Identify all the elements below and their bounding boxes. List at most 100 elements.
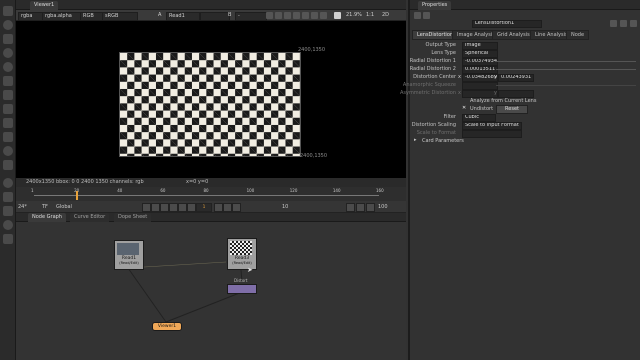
tab-curve-editor[interactable]: Curve Editor — [70, 213, 110, 222]
other-tool-icon[interactable] — [3, 192, 13, 202]
close-icon[interactable] — [630, 20, 637, 27]
tab-properties[interactable]: Properties — [418, 1, 452, 10]
prev-frame-button[interactable] — [160, 203, 169, 212]
toolbar — [0, 0, 16, 360]
tab-node-graph[interactable]: Node Graph — [28, 213, 66, 222]
card-params-label[interactable]: Card Parameters — [422, 138, 464, 144]
color-picker-icon[interactable] — [302, 12, 309, 19]
gain-icon[interactable] — [320, 12, 327, 19]
radial1-slider[interactable] — [496, 61, 636, 62]
reset-button[interactable]: Reset — [496, 105, 528, 114]
input-a-select[interactable]: Read1 — [166, 12, 200, 21]
radial2-slider[interactable] — [496, 69, 636, 70]
keyer-tool-icon[interactable] — [3, 90, 13, 100]
lens-type-label: Lens Type — [431, 50, 456, 56]
anamorphic-slider[interactable] — [496, 85, 636, 86]
end-frame-value[interactable]: 100 — [378, 204, 388, 210]
last-frame-button[interactable] — [232, 203, 241, 212]
lut-select[interactable]: sRGB — [102, 12, 138, 21]
help-icon[interactable] — [610, 20, 617, 27]
play-forward-button[interactable] — [187, 203, 196, 212]
radial1-input[interactable]: -0.00374934 — [462, 58, 498, 66]
overlay-icon[interactable] — [293, 12, 300, 19]
undistort-check-icon[interactable]: ✕ — [462, 105, 466, 111]
current-frame-field[interactable]: 1 — [196, 203, 212, 212]
toolsets-icon[interactable] — [3, 178, 13, 188]
draw-tool-icon[interactable] — [3, 20, 13, 30]
fps-value[interactable]: 24* — [18, 204, 27, 210]
pause-icon[interactable] — [334, 12, 341, 19]
node-graph[interactable]: Read1 (Read/Edit) Read3 (Read/Edit) ➤ Di… — [16, 222, 406, 360]
tf-value[interactable]: TF — [42, 204, 48, 210]
input-b-select[interactable]: - — [235, 12, 267, 21]
asym-y-label: y — [494, 90, 497, 96]
gamma-icon[interactable] — [311, 12, 318, 19]
deep-tool-icon[interactable] — [3, 234, 13, 244]
transform-tool-icon[interactable] — [3, 118, 13, 128]
filter-select[interactable]: Cubic — [462, 114, 496, 122]
viewer-controls: rgba rgba.alpha RGB sRGB A Read1 B - 21.… — [16, 10, 406, 21]
mode-value[interactable]: 2D — [382, 12, 389, 19]
3d-tool-icon[interactable] — [3, 132, 13, 142]
time-tool-icon[interactable] — [3, 34, 13, 44]
ofx-tool-icon[interactable] — [3, 220, 13, 230]
filter-tool-icon[interactable] — [3, 76, 13, 86]
next-keyframe-button[interactable] — [223, 203, 232, 212]
checker-icon[interactable] — [284, 12, 291, 19]
furnace-tool-icon[interactable] — [3, 206, 13, 216]
merge-tool-icon[interactable] — [3, 104, 13, 114]
stop-button[interactable] — [178, 203, 187, 212]
timeline-tick-label: 160 — [376, 188, 384, 193]
node-name-field[interactable]: LensDistortion1 — [472, 20, 542, 28]
playhead[interactable] — [76, 191, 78, 200]
next-frame-button[interactable] — [214, 203, 223, 212]
center-x-input[interactable]: -0.03482689 — [462, 74, 498, 82]
zoom-value[interactable]: 21.9% — [346, 12, 362, 19]
viewer-node[interactable]: Viewer1 — [152, 322, 182, 331]
step-value[interactable]: 10 — [282, 204, 288, 210]
float-icon[interactable] — [620, 20, 627, 27]
global-value[interactable]: Global — [56, 204, 72, 210]
asym-x-input[interactable] — [462, 90, 498, 98]
tab-node[interactable]: Node — [566, 30, 590, 40]
properties-tabbar: Properties — [408, 0, 640, 10]
clear-panel-icon[interactable] — [423, 12, 430, 19]
asym-y-input[interactable] — [498, 90, 534, 98]
color-tool-icon[interactable] — [3, 62, 13, 72]
range-icon[interactable] — [366, 203, 375, 212]
tab-dope-sheet[interactable]: Dope Sheet — [114, 213, 152, 222]
viewer-canvas[interactable]: 2400,1350 2400,1350 — [16, 21, 406, 178]
lens-distortion-node[interactable] — [227, 284, 257, 294]
views-tool-icon[interactable] — [3, 146, 13, 156]
output-type-label: Output Type — [425, 42, 456, 48]
timeline-tick-label: 100 — [246, 188, 255, 193]
channel-tool-icon[interactable] — [3, 48, 13, 58]
play-backward-button[interactable] — [169, 203, 178, 212]
lens-type-select[interactable]: Spherical — [462, 50, 498, 58]
viewer-info-bar: 2400x1350 bbox: 0 0 2400 1350 channels: … — [16, 178, 406, 187]
ratio-value[interactable]: 1:1 — [366, 12, 374, 19]
region-icon[interactable] — [266, 12, 273, 19]
scaling-select[interactable]: Scale to Input Format — [462, 122, 522, 130]
first-frame-button[interactable] — [142, 203, 151, 212]
bounce-icon[interactable] — [356, 203, 365, 212]
center-y-input[interactable]: 0.00243931 — [498, 74, 534, 82]
distort-caption: Distort — [234, 278, 248, 283]
card-params-arrow-icon[interactable]: ▸ — [414, 137, 417, 143]
scale-format-select[interactable] — [462, 130, 522, 138]
loop-icon[interactable] — [346, 203, 355, 212]
grid-icon[interactable] — [275, 12, 282, 19]
output-type-select[interactable]: Image — [462, 42, 498, 50]
metadata-tool-icon[interactable] — [3, 160, 13, 170]
radial2-input[interactable]: 0.00013511 — [462, 66, 498, 74]
compare-select[interactable] — [200, 12, 230, 21]
image-tool-icon[interactable] — [3, 6, 13, 16]
tab-viewer1[interactable]: Viewer1 — [30, 1, 59, 10]
prev-keyframe-button[interactable] — [151, 203, 160, 212]
timeline[interactable]: 120406080100120140160 — [16, 187, 406, 201]
layer-select[interactable]: rgba.alpha — [42, 12, 84, 21]
read-node-left[interactable]: Read1 (Read/Edit) — [114, 240, 144, 270]
tab-grid-analysis[interactable]: Grid Analysis — [492, 30, 535, 40]
lock-icon[interactable] — [414, 12, 421, 19]
anamorphic-input[interactable] — [462, 82, 498, 90]
